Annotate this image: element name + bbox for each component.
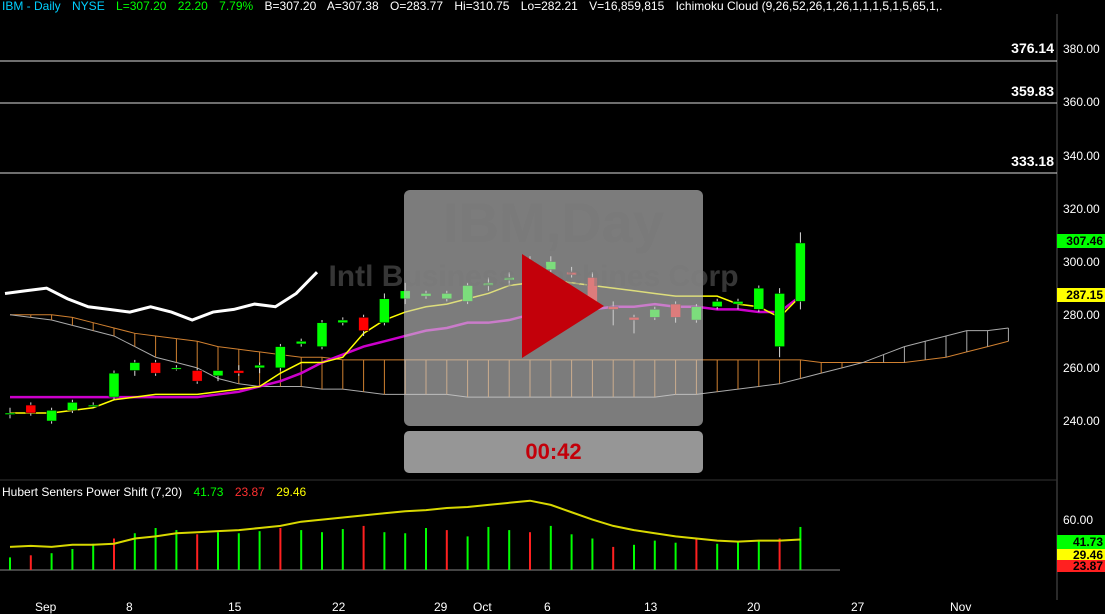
price-tick: 260.00 <box>1063 361 1100 375</box>
x-tick: 6 <box>544 600 551 614</box>
candle-body <box>4 412 16 415</box>
candle-body <box>337 319 349 323</box>
x-tick: Sep <box>35 600 57 614</box>
level-label-1: 376.14 <box>1011 40 1054 56</box>
x-tick: 27 <box>851 600 865 614</box>
candle-body <box>171 367 182 370</box>
watermark-title: IBM,Day <box>443 191 664 254</box>
symbol: IBM - Daily <box>2 0 61 13</box>
candle-body <box>795 242 806 302</box>
candle-body <box>254 364 265 369</box>
price-tick: 360.00 <box>1063 95 1100 109</box>
low: Lo=282.21 <box>520 0 578 13</box>
ask: A=307.38 <box>326 0 379 13</box>
level-label-2: 359.83 <box>1011 83 1054 99</box>
play-icon[interactable] <box>522 254 604 358</box>
x-tick: Nov <box>950 600 972 614</box>
candle-body <box>732 301 744 305</box>
volume: V=16,859,815 <box>589 0 665 13</box>
open: O=283.77 <box>389 0 444 13</box>
candle-body <box>275 346 286 369</box>
level-label-3: 333.18 <box>1011 153 1054 169</box>
last-price: L=307.20 <box>116 0 167 13</box>
x-tick: 22 <box>332 600 346 614</box>
video-timer: 00:42 <box>404 431 703 473</box>
candle-body <box>150 362 161 374</box>
candle-body <box>358 317 369 331</box>
last-price-tag: 307.46 <box>1057 234 1105 248</box>
high: Hi=310.75 <box>454 0 510 13</box>
kijun-price-tag: 287.15 <box>1057 288 1105 302</box>
candle-body <box>379 298 390 323</box>
indicator-value-1: 41.73 <box>193 485 224 499</box>
candle-body <box>108 372 120 398</box>
exchange: NYSE <box>72 0 105 13</box>
candle-body <box>67 402 78 411</box>
candle-body <box>87 404 99 407</box>
price-tick: 280.00 <box>1063 308 1100 322</box>
candle-body <box>774 293 785 347</box>
indicator-tag-3: 23.87 <box>1057 560 1105 572</box>
x-tick: 13 <box>644 600 658 614</box>
x-tick: Oct <box>473 600 492 614</box>
candle-body <box>25 404 37 414</box>
price-tick: 340.00 <box>1063 149 1100 163</box>
bid: B=307.20 <box>264 0 317 13</box>
candle-body <box>191 370 203 382</box>
pct-change: 7.79% <box>219 0 254 13</box>
indicator-tag-1: 41.73 <box>1057 535 1105 549</box>
indicator-value-2: 23.87 <box>234 485 265 499</box>
candle-body <box>295 341 307 345</box>
price-tick: 300.00 <box>1063 255 1100 269</box>
indicator-value-3: 29.46 <box>276 485 307 499</box>
indicator-legend: Hubert Senters Power Shift (7,20) 41.73 … <box>2 485 314 499</box>
x-tick: 20 <box>747 600 761 614</box>
x-tick: 29 <box>434 600 448 614</box>
study-name: Ichimoku Cloud (9,26,52,26,1,26,1,1,1,5,… <box>675 0 943 13</box>
candle-body <box>212 370 224 377</box>
candle-body <box>711 301 723 307</box>
indicator-name: Hubert Senters Power Shift (7,20) <box>2 485 183 499</box>
candle-body <box>316 322 328 347</box>
price-tick: 240.00 <box>1063 414 1100 428</box>
candle-body <box>129 362 141 371</box>
chart-header: IBM - Daily NYSE L=307.20 22.20 7.79% B=… <box>2 0 1052 14</box>
candle-body <box>46 410 57 422</box>
x-tick: 8 <box>126 600 133 614</box>
price-tick: 320.00 <box>1063 202 1100 216</box>
change: 22.20 <box>177 0 208 13</box>
candle-body <box>233 370 245 374</box>
x-tick: 15 <box>228 600 242 614</box>
price-tick: 380.00 <box>1063 42 1100 56</box>
indicator-tick: 60.00 <box>1063 513 1094 527</box>
